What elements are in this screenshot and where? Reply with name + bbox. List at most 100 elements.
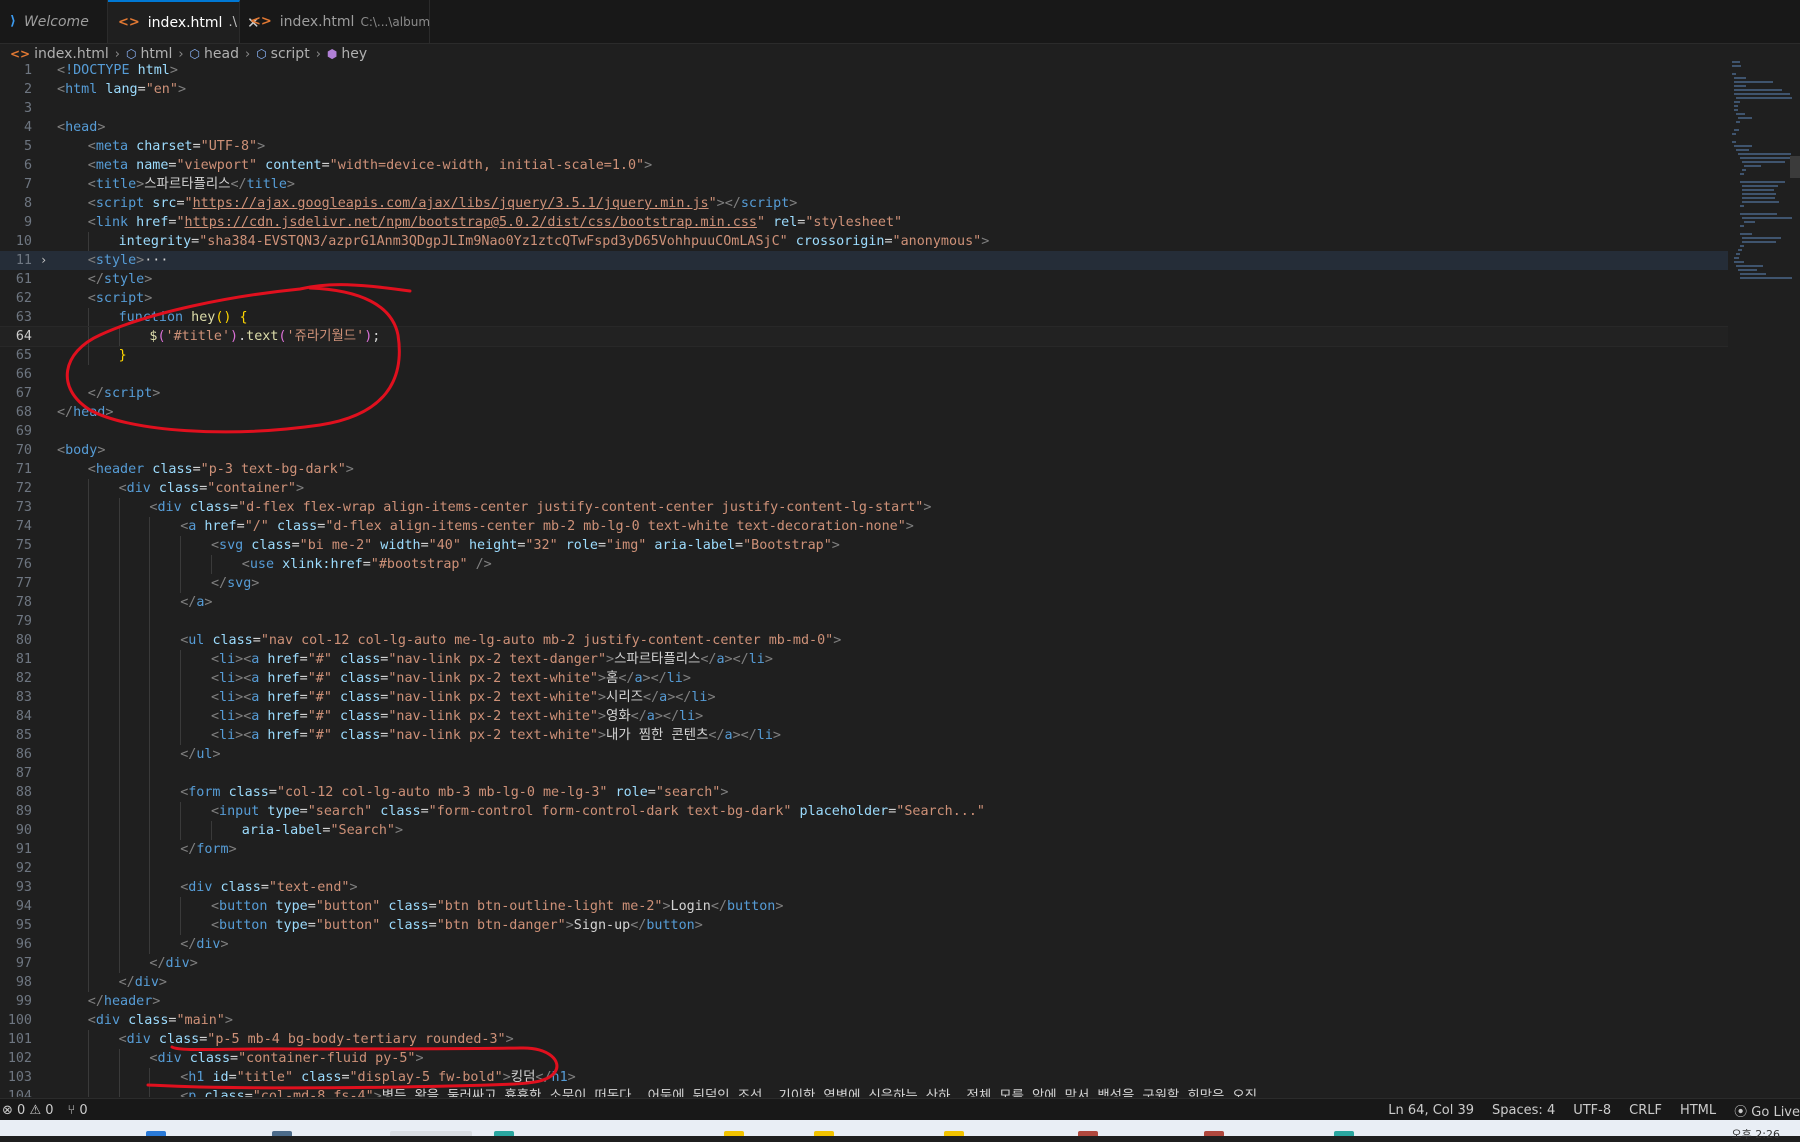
taskbar-app-icon[interactable] <box>494 1131 514 1136</box>
minimap-line <box>1744 165 1762 167</box>
breadcrumb-item-script[interactable]: ⬡ script <box>256 46 310 62</box>
line-number: 83 <box>15 690 32 705</box>
code-line[interactable]: 97 </div> <box>0 954 1728 973</box>
code-line[interactable]: 96 </div> <box>0 935 1728 954</box>
indent-guide <box>57 669 88 688</box>
code-line[interactable]: 84 <li><a href="#" class="nav-link px-2 t… <box>0 707 1728 726</box>
indent-guide <box>149 840 180 859</box>
code-line[interactable]: 98 </div> <box>0 973 1728 992</box>
code-editor[interactable]: 1 <!DOCTYPE html> 2 <html lang="en"> 3 4 <head… <box>0 61 1728 1097</box>
code-line[interactable]: 76 <use xlink:href="#bootstrap" /> <box>0 555 1728 574</box>
code-line[interactable]: 65} <box>0 346 1728 365</box>
breadcrumb-item-html[interactable]: ⬡ html <box>126 46 172 62</box>
taskbar-app-icon[interactable] <box>944 1131 964 1136</box>
code-line[interactable]: 71 <header class="p-3 text-bg-dark"> <box>0 460 1728 479</box>
code-line[interactable]: 68 </head> <box>0 403 1728 422</box>
code-line[interactable]: 92 <box>0 859 1728 878</box>
taskbar-app-icon[interactable] <box>814 1131 834 1136</box>
go-live-button[interactable]: ⦿ Go Live <box>1734 1101 1800 1120</box>
code-line[interactable]: 3 <box>0 99 1728 118</box>
tab-index-html-active[interactable]: <> index.html .\ ✕ <box>108 0 260 43</box>
taskbar-app-icon[interactable] <box>724 1131 744 1136</box>
code-line[interactable]: 94 <button type="button" class="btn btn-o… <box>0 897 1728 916</box>
code-line[interactable]: 73 <div class="d-flex flex-wrap align-ite… <box>0 498 1728 517</box>
code-line[interactable]: 79 <box>0 612 1728 631</box>
code-line[interactable]: 100 <div class="main"> <box>0 1011 1728 1030</box>
code-line[interactable]: 93 <div class="text-end"> <box>0 878 1728 897</box>
code-line[interactable]: 11 › <style>··· <box>0 251 1728 270</box>
tab-index-html-album[interactable]: <> index.html C:\...\album <box>240 0 430 43</box>
code-line[interactable]: 87 <box>0 764 1728 783</box>
indentation-setting[interactable]: Spaces: 4 <box>1492 1103 1555 1118</box>
code-line[interactable]: 69 <box>0 422 1728 441</box>
minimap[interactable] <box>1732 61 1800 361</box>
code-line[interactable]: 91 </form> <box>0 840 1728 859</box>
code-line[interactable]: 8 <script src="https://ajax.googleapis.co… <box>0 194 1728 213</box>
code-line[interactable]: 10 integrity="sha384-EVSTQN3/azprG1Anm3QD… <box>0 232 1728 251</box>
code-line[interactable]: 75 <svg class="bi me-2" width="40" height… <box>0 536 1728 555</box>
code-line[interactable]: 90 aria-label="Search"> <box>0 821 1728 840</box>
breadcrumb-item-hey[interactable]: ⬢ hey <box>327 46 367 62</box>
code-line[interactable]: 5 <meta charset="UTF-8"> <box>0 137 1728 156</box>
chevron-right-icon: › <box>114 46 120 62</box>
code-line[interactable]: 99 </header> <box>0 992 1728 1011</box>
line-number: 74 <box>15 519 32 534</box>
ports-indicator[interactable]: ⑂ 0 <box>68 1103 88 1118</box>
code-line[interactable]: 67 </script> <box>0 384 1728 403</box>
line-number: 4 <box>23 120 32 135</box>
code-line[interactable]: 64 $('#title').text('쥬라기월드'); <box>0 326 1728 347</box>
code-line[interactable]: 85 <li><a href="#" class="nav-link px-2 t… <box>0 726 1728 745</box>
code-line[interactable]: 89 <input type="search" class="form-contr… <box>0 802 1728 821</box>
code-line[interactable]: 66 <box>0 365 1728 384</box>
code-line[interactable]: 95 <button type="button" class="btn btn-d… <box>0 916 1728 935</box>
indent-guide <box>118 745 150 764</box>
code-line[interactable]: 70 <body> <box>0 441 1728 460</box>
code-line[interactable]: 86 </ul> <box>0 745 1728 764</box>
minimap-slider[interactable] <box>1790 156 1800 178</box>
code-line[interactable]: 103 <h1 id="title" class="display-5 fw-bo… <box>0 1068 1728 1087</box>
code-line[interactable]: 72 <div class="container"> <box>0 479 1728 498</box>
code-line[interactable]: 2 <html lang="en"> <box>0 80 1728 99</box>
code-line[interactable]: 83 <li><a href="#" class="nav-link px-2 t… <box>0 688 1728 707</box>
code-line[interactable]: 81 <li><a href="#" class="nav-link px-2 t… <box>0 650 1728 669</box>
taskbar-app-icon[interactable] <box>272 1131 292 1136</box>
problems-indicator[interactable]: ⊗ 0 ⚠ 0 <box>2 1103 54 1118</box>
breadcrumb-item-head[interactable]: ⬡ head <box>190 46 239 62</box>
taskbar-app-icon[interactable] <box>1078 1131 1098 1136</box>
html-file-icon: <> <box>118 15 140 30</box>
code-line[interactable]: 63 function hey() { <box>0 308 1728 327</box>
tab-welcome[interactable]: ⟩ Welcome <box>0 0 108 43</box>
code-line[interactable]: 9 <link href="https://cdn.jsdelivr.net/np… <box>0 213 1728 232</box>
taskbar-app-icon[interactable] <box>146 1131 166 1136</box>
code-line[interactable]: 101 <div class="p-5 mb-4 bg-body-tertiary… <box>0 1030 1728 1049</box>
code-line[interactable]: 88 <form class="col-12 col-lg-auto mb-3 m… <box>0 783 1728 802</box>
breadcrumb-label: index.html <box>34 46 109 62</box>
code-line[interactable]: 78 </a> <box>0 593 1728 612</box>
code-line[interactable]: 7 <title>스파르타플리스</title> <box>0 175 1728 194</box>
eol-setting[interactable]: CRLF <box>1629 1103 1662 1118</box>
cursor-position[interactable]: Ln 64, Col 39 <box>1388 1103 1474 1118</box>
taskbar-app-icon-active[interactable] <box>390 1131 472 1136</box>
minimap-line <box>1742 189 1775 191</box>
encoding-setting[interactable]: UTF-8 <box>1573 1103 1611 1118</box>
code-line[interactable]: 104 <p class="col-md-8 fs-4">병든 왕을 둘러싸고 흉… <box>0 1087 1728 1097</box>
code-line[interactable]: 102 <div class="container-fluid py-5"> <box>0 1049 1728 1068</box>
code-line[interactable]: 61 </style> <box>0 270 1728 289</box>
code-line[interactable]: 1 <!DOCTYPE html> <box>0 61 1728 80</box>
indent-guide <box>57 840 88 859</box>
language-mode[interactable]: HTML <box>1680 1103 1716 1118</box>
code-line[interactable]: 74 <a href="/" class="d-flex align-items-… <box>0 517 1728 536</box>
code-line[interactable]: 6 <meta name="viewport" content="width=de… <box>0 156 1728 175</box>
code-line[interactable]: 62 <script> <box>0 289 1728 308</box>
code-line[interactable]: 80 <ul class="nav col-12 col-lg-auto me-l… <box>0 631 1728 650</box>
indent-guide <box>118 764 150 783</box>
taskbar-app-icon[interactable] <box>1334 1131 1354 1136</box>
code-line[interactable]: 77 </svg> <box>0 574 1728 593</box>
indent-guide <box>149 878 180 897</box>
code-line[interactable]: 4 <head> <box>0 118 1728 137</box>
html-file-icon: <> <box>10 47 31 61</box>
breadcrumb-item-file[interactable]: <> index.html <box>10 46 109 62</box>
taskbar-app-icon[interactable] <box>1204 1131 1224 1136</box>
fold-chevron-icon[interactable]: › <box>40 251 47 270</box>
code-line[interactable]: 82 <li><a href="#" class="nav-link px-2 t… <box>0 669 1728 688</box>
